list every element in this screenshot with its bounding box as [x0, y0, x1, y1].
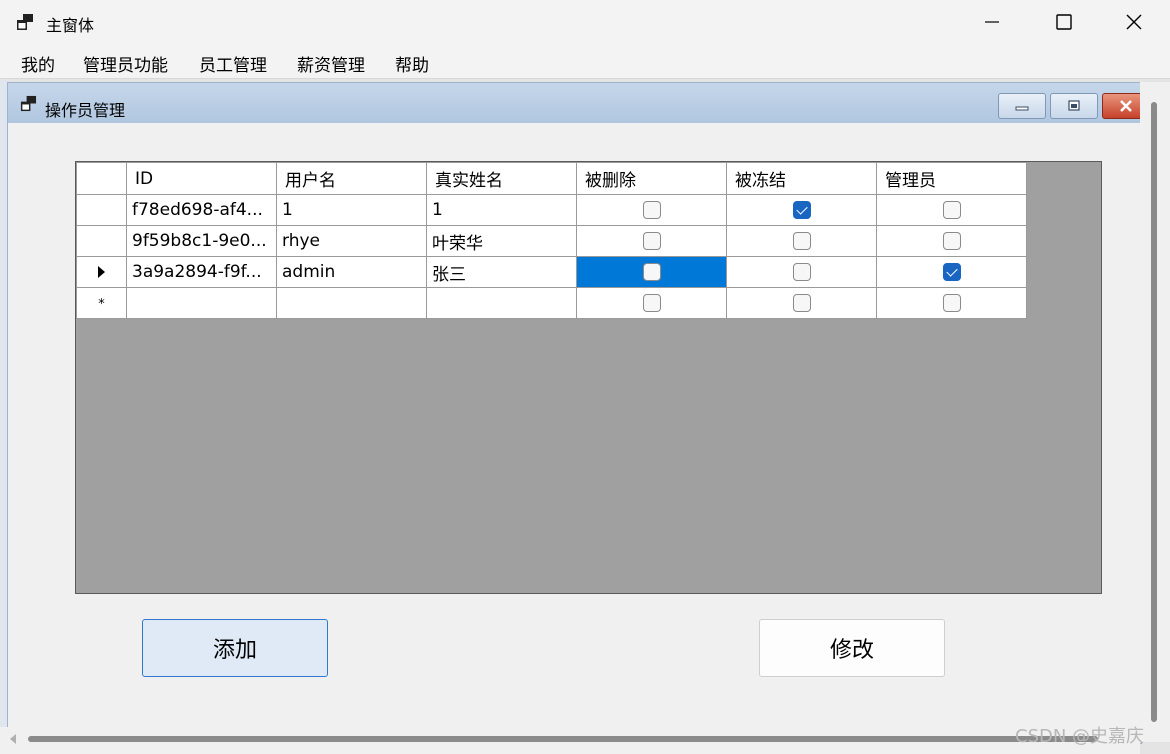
cell-frozen[interactable]	[726, 287, 877, 319]
admin-checkbox[interactable]	[942, 201, 961, 219]
minimize-button[interactable]	[962, 0, 1022, 44]
close-icon	[1126, 14, 1142, 30]
current-row-arrow-icon	[98, 266, 105, 278]
close-button[interactable]	[1104, 0, 1164, 44]
column-header-username[interactable]: 用户名	[276, 162, 427, 195]
app-icon	[16, 13, 34, 31]
restore-icon	[1068, 100, 1080, 111]
window-title: 主窗体	[46, 16, 95, 35]
cell-frozen[interactable]	[726, 256, 877, 288]
maximize-button[interactable]	[1034, 0, 1094, 44]
child-window-title: 操作员管理	[45, 101, 126, 120]
cell-admin[interactable]	[876, 194, 1027, 226]
watermark: CSDN @史嘉庆	[1015, 726, 1145, 747]
new-row-asterisk-icon: *	[98, 297, 105, 312]
cell-admin[interactable]	[876, 256, 1027, 288]
row-header[interactable]	[76, 194, 127, 226]
column-header-realname[interactable]: 真实姓名	[426, 162, 577, 195]
row-header-new[interactable]: *	[76, 287, 127, 319]
frozen-checkbox[interactable]	[792, 294, 811, 312]
cell-realname[interactable]	[426, 287, 577, 319]
row-header-current[interactable]	[76, 256, 127, 288]
maximize-icon	[1056, 14, 1072, 30]
horizontal-scrollbar[interactable]	[0, 727, 1140, 754]
child-minimize-button[interactable]	[998, 93, 1046, 119]
admin-checkbox[interactable]	[942, 232, 961, 250]
menu-employee-management[interactable]: 员工管理	[199, 51, 267, 76]
cell-id[interactable]	[126, 287, 277, 319]
row-header[interactable]	[76, 225, 127, 257]
deleted-checkbox[interactable]	[642, 201, 661, 219]
cell-username[interactable]: admin	[276, 256, 427, 288]
cell-frozen[interactable]	[726, 194, 877, 226]
column-header-admin[interactable]: 管理员	[876, 162, 1027, 195]
deleted-checkbox[interactable]	[642, 294, 661, 312]
new-row[interactable]: *	[76, 287, 1027, 319]
table-row[interactable]: 3a9a2894-f9f... admin 张三	[76, 256, 1027, 288]
mdi-left-edge	[0, 79, 7, 739]
frozen-checkbox[interactable]	[792, 201, 811, 219]
table-row[interactable]: 9f59b8c1-9e0... rhye 叶荣华	[76, 225, 1027, 257]
child-window-icon	[20, 95, 37, 112]
cell-deleted[interactable]	[576, 194, 727, 226]
cell-id[interactable]: 9f59b8c1-9e0...	[126, 225, 277, 257]
child-title-bar: 操作员管理	[8, 83, 1150, 123]
cell-id[interactable]: f78ed698-af4...	[126, 194, 277, 226]
cell-deleted[interactable]	[576, 225, 727, 257]
horizontal-scroll-thumb[interactable]	[28, 736, 1098, 742]
operators-data-grid[interactable]: ID 用户名 真实姓名 被删除 被冻结 管理员 f78ed698-af4... …	[75, 161, 1102, 594]
child-restore-button[interactable]	[1050, 93, 1098, 119]
cell-username[interactable]: rhye	[276, 225, 427, 257]
cell-id[interactable]: 3a9a2894-f9f...	[126, 256, 277, 288]
cell-realname[interactable]: 张三	[426, 256, 577, 288]
menu-help[interactable]: 帮助	[395, 51, 429, 76]
menu-bar: 我的 管理员功能 员工管理 薪资管理 帮助	[0, 44, 1170, 79]
close-icon	[1120, 100, 1132, 112]
cell-deleted[interactable]	[576, 287, 727, 319]
column-header-frozen[interactable]: 被冻结	[726, 162, 877, 195]
cell-admin[interactable]	[876, 225, 1027, 257]
grid-table: ID 用户名 真实姓名 被删除 被冻结 管理员 f78ed698-af4... …	[76, 162, 1027, 319]
scroll-left-arrow-icon[interactable]	[10, 734, 16, 744]
column-header-id[interactable]: ID	[126, 162, 277, 195]
edit-button[interactable]: 修改	[759, 619, 945, 677]
vertical-scrollbar[interactable]	[1140, 82, 1170, 742]
cell-realname[interactable]: 叶荣华	[426, 225, 577, 257]
minimize-icon	[985, 21, 999, 23]
cell-realname[interactable]: 1	[426, 194, 577, 226]
cell-username[interactable]: 1	[276, 194, 427, 226]
admin-checkbox[interactable]	[942, 294, 961, 312]
menu-salary-management[interactable]: 薪资管理	[297, 51, 365, 76]
menu-admin-functions[interactable]: 管理员功能	[83, 51, 168, 76]
menu-my[interactable]: 我的	[21, 51, 55, 76]
cell-deleted-selected[interactable]	[576, 256, 727, 288]
table-row[interactable]: f78ed698-af4... 1 1	[76, 194, 1027, 226]
cell-username[interactable]	[276, 287, 427, 319]
title-bar: 主窗体	[0, 0, 1170, 44]
frozen-checkbox[interactable]	[792, 263, 811, 281]
admin-checkbox[interactable]	[942, 263, 961, 281]
cell-admin[interactable]	[876, 287, 1027, 319]
frozen-checkbox[interactable]	[792, 232, 811, 250]
grid-header-row: ID 用户名 真实姓名 被删除 被冻结 管理员	[76, 162, 1027, 195]
corner-header[interactable]	[76, 162, 127, 195]
add-button[interactable]: 添加	[142, 619, 328, 677]
column-header-deleted[interactable]: 被删除	[576, 162, 727, 195]
minimize-icon	[1015, 106, 1029, 111]
cell-frozen[interactable]	[726, 225, 877, 257]
deleted-checkbox[interactable]	[642, 263, 661, 281]
vertical-scroll-thumb[interactable]	[1151, 102, 1157, 722]
deleted-checkbox[interactable]	[642, 232, 661, 250]
